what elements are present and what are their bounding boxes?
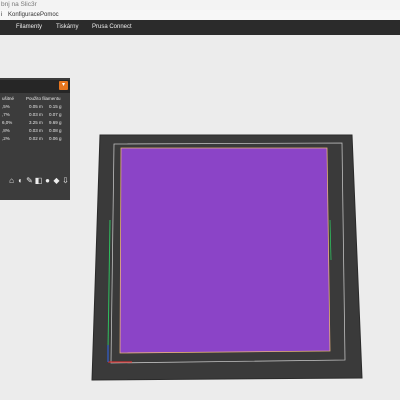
tab-prusa-connect[interactable]: Prusa Connect [92,20,132,35]
menu-bar: i Konfigurace Pomoc [0,10,400,20]
gizmo-icon[interactable]: ◆ [52,173,61,188]
tab-tiskarny[interactable]: Tiskárny [56,20,78,35]
printed-object [119,147,331,354]
spool-icon[interactable]: ⌂ [7,173,16,188]
tab-filamenty[interactable]: Filamenty [16,20,42,35]
table-row: ,8% 0.03 m 0.08 g [2,128,62,133]
tab-bar: Filamenty Tiskárny Prusa Connect [0,20,400,35]
column-header-used-filament: Použito filamentu [26,96,61,101]
3d-viewport[interactable]: ▾ ušitné Použito filamentu ,5% 0.05 m 0.… [0,35,400,400]
chevron-down-icon[interactable]: ▾ [59,81,68,90]
circle-icon[interactable]: ● [43,173,52,188]
paint-icon[interactable]: ✎ [25,173,34,188]
menu-item-window[interactable]: i [1,10,2,20]
view-toolbar: ⌂ ◐ ✎ ◧ ● ◆ ⇩ [0,173,70,188]
export-icon[interactable]: ⇩ [61,173,70,188]
table-row: ,5% 0.05 m 0.15 g [2,104,62,109]
column-header-percent: ušitné [2,96,15,101]
menu-item-konfigurace[interactable]: Konfigurace [8,10,40,20]
table-row: ,2% 0.02 m 0.06 g [2,136,62,141]
menu-item-pomoc[interactable]: Pomoc [40,10,59,20]
view-icon[interactable]: ◐ [16,173,25,188]
table-row: 6,0% 3.25 m 9.69 g [2,120,62,125]
layers-icon[interactable]: ◧ [34,173,43,188]
table-row: ,7% 0.03 m 0.07 g [2,112,62,117]
window-title: bnj na Slic3r [0,0,400,10]
